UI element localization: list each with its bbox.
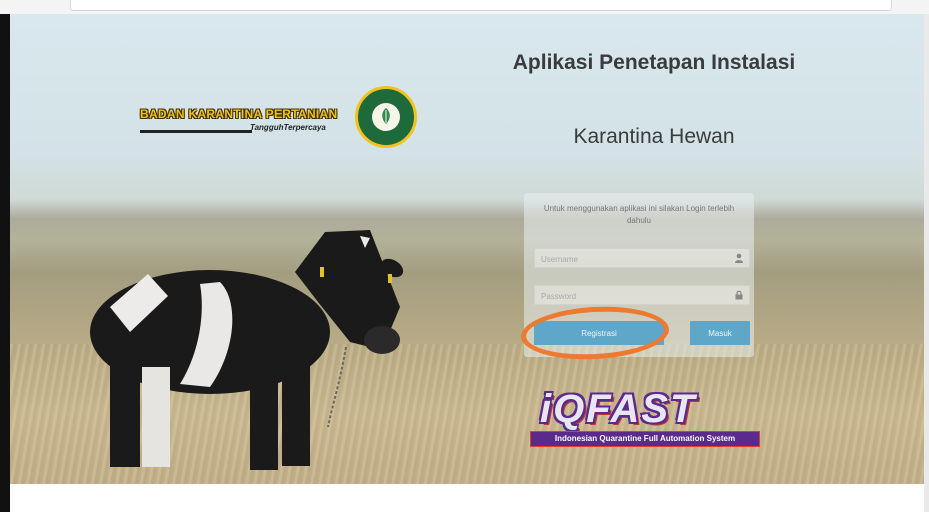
password-field[interactable] xyxy=(534,285,750,306)
cow-illustration xyxy=(90,230,404,470)
iqfast-tagline: Indonesian Quarantine Full Automation Sy… xyxy=(530,431,760,447)
agency-emblem-icon xyxy=(355,86,417,148)
address-bar[interactable] xyxy=(70,0,892,11)
page-subtitle: Karantina Hewan xyxy=(573,125,735,148)
scrollbar-track[interactable] xyxy=(924,14,929,512)
username-input[interactable] xyxy=(535,250,721,269)
leaf-icon xyxy=(382,108,390,124)
agency-logo: BADAN KARANTINA PERTANIAN TangguhTerperc… xyxy=(140,100,365,144)
agency-tagline: TangguhTerpercaya xyxy=(250,123,326,132)
page-title: Aplikasi Penetapan Instalasi xyxy=(512,51,796,74)
iqfast-logo: iQFAST Indonesian Quarantine Full Automa… xyxy=(530,386,760,452)
iqfast-wordmark: iQFAST xyxy=(540,387,697,431)
window-edge xyxy=(0,14,10,512)
lock-icon xyxy=(735,290,743,300)
username-field[interactable] xyxy=(534,248,750,269)
login-button[interactable]: Masuk xyxy=(690,321,750,345)
page-bottom xyxy=(10,484,924,512)
user-icon xyxy=(735,253,743,263)
logo-underline xyxy=(140,130,252,133)
password-input[interactable] xyxy=(535,287,721,306)
login-instructions: Untuk menggunakan aplikasi ini silakan L… xyxy=(543,204,735,225)
browser-toolbar xyxy=(0,0,929,15)
agency-name: BADAN KARANTINA PERTANIAN xyxy=(140,107,338,121)
